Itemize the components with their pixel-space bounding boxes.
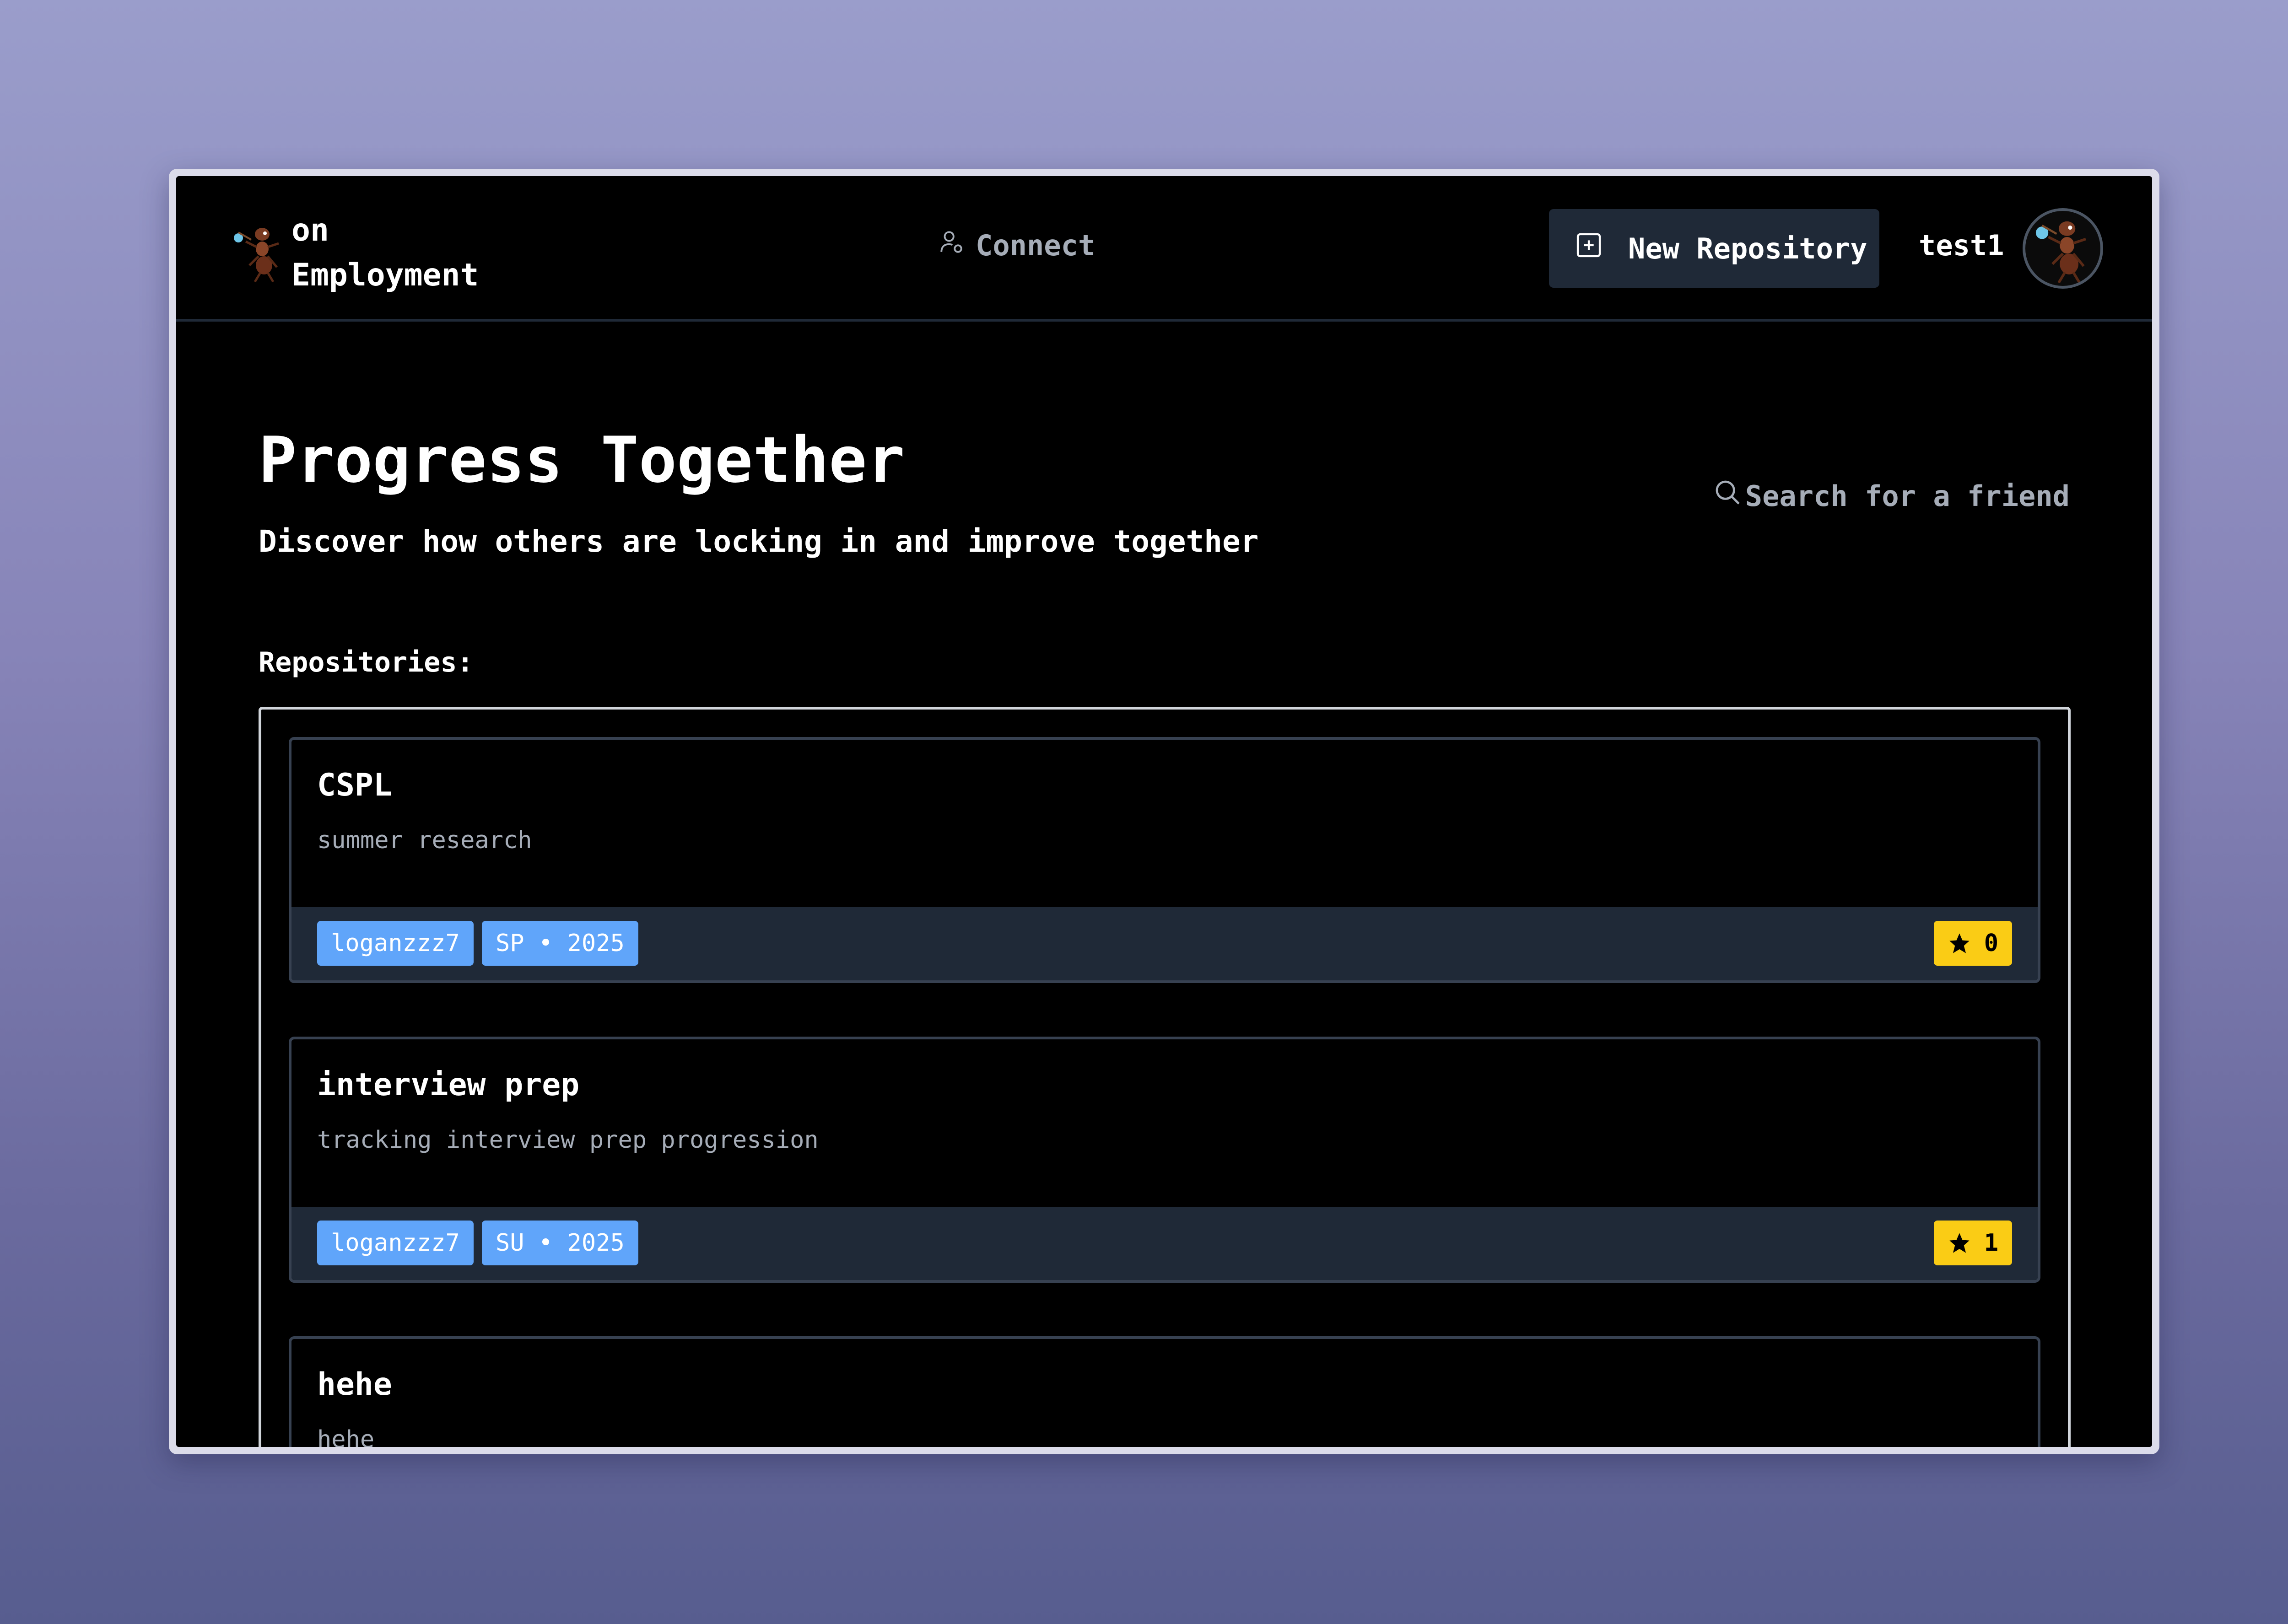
star-icon xyxy=(1949,1233,1970,1253)
repository-card[interactable]: interview prep tracking interview prep p… xyxy=(289,1037,2040,1283)
brand-home-link[interactable]: on Employment xyxy=(231,208,479,298)
plus-square-icon xyxy=(1574,231,1628,267)
app-root: on Employment Connect New Repository tes… xyxy=(176,176,2152,1447)
page-subtitle: Discover how others are locking in and i… xyxy=(259,524,1259,559)
repository-description: summer research xyxy=(317,827,532,854)
brand-name-line1: on xyxy=(291,212,329,248)
brand-name-line2: Employment xyxy=(291,257,479,293)
repository-footer: loganzzz7 SP • 2025 0 xyxy=(291,907,2038,980)
term-tag: SU • 2025 xyxy=(482,1221,638,1265)
repository-list[interactable]: CSPL summer research loganzzz7 SP • 2025… xyxy=(259,707,2071,1447)
star-count: 1 xyxy=(1984,1229,1998,1257)
repository-name[interactable]: hehe xyxy=(317,1366,392,1403)
owner-tag[interactable]: loganzzz7 xyxy=(317,921,474,966)
username[interactable]: test1 xyxy=(1919,229,2004,262)
ant-mascot-icon xyxy=(231,223,286,283)
repository-card[interactable]: CSPL summer research loganzzz7 SP • 2025… xyxy=(289,737,2040,983)
browser-window: on Employment Connect New Repository tes… xyxy=(169,169,2159,1454)
star-icon xyxy=(1949,933,1970,953)
connect-link[interactable]: Connect xyxy=(938,229,1095,262)
star-count-badge[interactable]: 1 xyxy=(1933,1221,2012,1265)
user-connect-icon xyxy=(938,229,976,262)
connect-label: Connect xyxy=(976,229,1095,262)
repositories-heading: Repositories: xyxy=(259,646,474,678)
new-repository-button[interactable]: New Repository xyxy=(1549,209,1879,288)
owner-tag[interactable]: loganzzz7 xyxy=(317,1221,474,1265)
ant-mascot-icon xyxy=(2035,221,2086,283)
page-title: Progress Together xyxy=(259,423,905,497)
repository-description: hehe xyxy=(317,1426,375,1447)
star-count-badge[interactable]: 0 xyxy=(1933,921,2012,966)
search-friend-button[interactable]: Search for a friend xyxy=(1713,478,2070,514)
star-count: 0 xyxy=(1984,930,1998,957)
repository-card[interactable]: hehe hehe xyxy=(289,1336,2040,1447)
repository-description: tracking interview prep progression xyxy=(317,1126,819,1154)
term-tag: SP • 2025 xyxy=(482,921,638,966)
search-icon xyxy=(1713,478,1745,514)
new-repository-label: New Repository xyxy=(1628,231,1867,265)
avatar[interactable] xyxy=(2023,208,2103,289)
search-label: Search for a friend xyxy=(1745,479,2070,513)
repository-footer: loganzzz7 SU • 2025 1 xyxy=(291,1207,2038,1280)
navbar: on Employment Connect New Repository tes… xyxy=(176,176,2152,322)
repository-name[interactable]: interview prep xyxy=(317,1067,579,1103)
repository-name[interactable]: CSPL xyxy=(317,767,392,803)
